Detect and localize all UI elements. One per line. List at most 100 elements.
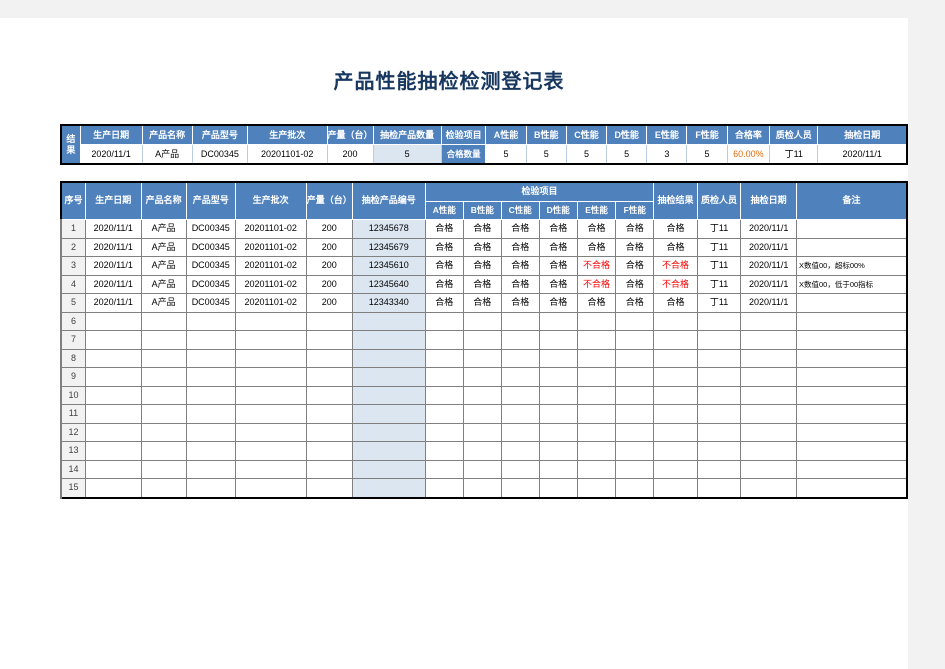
cell-a[interactable]: 合格 — [424, 237, 464, 257]
cell-d[interactable] — [538, 478, 578, 498]
summary-value-production-date[interactable]: 2020/11/1 — [79, 144, 143, 165]
cell-c[interactable]: 合格 — [500, 274, 540, 294]
cell-sample-date[interactable] — [740, 385, 797, 405]
cell-a[interactable] — [424, 478, 464, 498]
cell-sample-date[interactable]: 2020/11/1 — [740, 237, 797, 257]
cell-b[interactable] — [462, 311, 502, 331]
cell-product-name[interactable]: A产品 — [140, 237, 187, 257]
cell-product-no[interactable] — [351, 441, 426, 461]
cell-e[interactable] — [576, 422, 617, 442]
cell-result[interactable]: 不合格 — [653, 256, 698, 276]
summary-value-c[interactable]: 5 — [565, 144, 608, 165]
summary-value-production-batch[interactable]: 20201101-02 — [246, 144, 328, 165]
cell-remark[interactable] — [795, 348, 908, 368]
cell-c[interactable] — [500, 404, 540, 424]
cell-production-batch[interactable]: 20201101-02 — [234, 219, 307, 239]
cell-f[interactable]: 合格 — [615, 274, 655, 294]
summary-value-product-model[interactable]: DC00345 — [191, 144, 248, 165]
cell-b[interactable] — [462, 459, 502, 479]
cell-result[interactable]: 不合格 — [653, 274, 698, 294]
cell-production-date[interactable] — [84, 422, 142, 442]
cell-result[interactable] — [653, 422, 698, 442]
cell-b[interactable] — [462, 330, 502, 350]
cell-production-batch[interactable]: 20201101-02 — [234, 293, 307, 313]
cell-product-no[interactable] — [351, 330, 426, 350]
cell-product-model[interactable] — [185, 404, 236, 424]
cell-product-model[interactable] — [185, 311, 236, 331]
cell-sample-date[interactable]: 2020/11/1 — [740, 274, 797, 294]
cell-production-date[interactable]: 2020/11/1 — [84, 274, 142, 294]
cell-output[interactable] — [305, 404, 353, 424]
summary-value-product-name[interactable]: A产品 — [141, 144, 193, 165]
cell-product-model[interactable] — [185, 422, 236, 442]
cell-result[interactable]: 合格 — [653, 219, 698, 239]
cell-remark[interactable] — [795, 293, 908, 313]
cell-result[interactable] — [653, 404, 698, 424]
cell-product-no[interactable] — [351, 404, 426, 424]
cell-output[interactable]: 200 — [305, 274, 353, 294]
cell-production-batch[interactable] — [234, 441, 307, 461]
cell-sample-date[interactable]: 2020/11/1 — [740, 256, 797, 276]
cell-a[interactable] — [424, 385, 464, 405]
cell-output[interactable] — [305, 367, 353, 387]
summary-value-e[interactable]: 3 — [646, 144, 688, 165]
cell-result[interactable]: 合格 — [653, 293, 698, 313]
cell-production-batch[interactable] — [234, 422, 307, 442]
cell-product-no[interactable] — [351, 311, 426, 331]
cell-product-name[interactable] — [140, 459, 187, 479]
cell-d[interactable]: 合格 — [538, 293, 578, 313]
cell-d[interactable] — [538, 311, 578, 331]
cell-result[interactable] — [653, 367, 698, 387]
cell-sample-date[interactable] — [740, 441, 797, 461]
cell-c[interactable] — [500, 330, 540, 350]
cell-product-name[interactable] — [140, 348, 187, 368]
cell-remark[interactable] — [795, 441, 908, 461]
cell-product-model[interactable] — [185, 367, 236, 387]
cell-f[interactable]: 合格 — [615, 219, 655, 239]
cell-e[interactable]: 不合格 — [576, 274, 617, 294]
cell-d[interactable] — [538, 441, 578, 461]
cell-remark[interactable] — [795, 385, 908, 405]
cell-b[interactable] — [462, 367, 502, 387]
cell-product-no[interactable]: 12345640 — [351, 274, 426, 294]
cell-f[interactable] — [615, 367, 655, 387]
cell-remark[interactable] — [795, 311, 908, 331]
cell-f[interactable] — [615, 404, 655, 424]
cell-e[interactable]: 合格 — [576, 237, 617, 257]
cell-output[interactable] — [305, 422, 353, 442]
cell-remark[interactable] — [795, 422, 908, 442]
cell-inspector[interactable]: 丁11 — [696, 237, 742, 257]
cell-output[interactable] — [305, 330, 353, 350]
cell-remark[interactable] — [795, 330, 908, 350]
cell-inspector[interactable] — [696, 348, 742, 368]
cell-inspector[interactable]: 丁11 — [696, 256, 742, 276]
cell-e[interactable]: 不合格 — [576, 256, 617, 276]
cell-production-date[interactable] — [84, 385, 142, 405]
cell-b[interactable] — [462, 348, 502, 368]
cell-d[interactable] — [538, 422, 578, 442]
cell-f[interactable] — [615, 478, 655, 498]
cell-production-batch[interactable] — [234, 311, 307, 331]
cell-product-no[interactable] — [351, 385, 426, 405]
cell-production-date[interactable] — [84, 441, 142, 461]
cell-production-batch[interactable] — [234, 478, 307, 498]
cell-sample-date[interactable]: 2020/11/1 — [740, 293, 797, 313]
cell-d[interactable] — [538, 385, 578, 405]
cell-a[interactable]: 合格 — [424, 219, 464, 239]
cell-b[interactable]: 合格 — [462, 256, 502, 276]
summary-value-inspector[interactable]: 丁11 — [769, 144, 819, 165]
cell-production-date[interactable]: 2020/11/1 — [84, 237, 142, 257]
summary-value-b[interactable]: 5 — [525, 144, 567, 165]
cell-b[interactable] — [462, 404, 502, 424]
cell-product-name[interactable] — [140, 422, 187, 442]
cell-c[interactable] — [500, 459, 540, 479]
cell-production-batch[interactable] — [234, 404, 307, 424]
cell-d[interactable]: 合格 — [538, 274, 578, 294]
cell-b[interactable] — [462, 385, 502, 405]
cell-e[interactable] — [576, 311, 617, 331]
cell-f[interactable] — [615, 385, 655, 405]
summary-value-f[interactable]: 5 — [686, 144, 728, 165]
cell-d[interactable] — [538, 330, 578, 350]
cell-a[interactable] — [424, 422, 464, 442]
cell-f[interactable]: 合格 — [615, 237, 655, 257]
